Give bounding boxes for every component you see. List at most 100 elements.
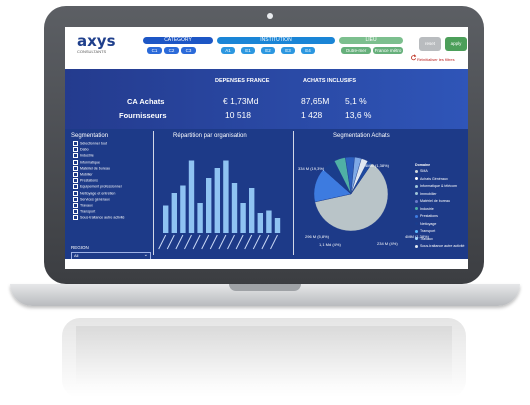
pie-legend-item[interactable]: Prestations <box>415 214 438 218</box>
pie-label: 4MM (1,38%) <box>365 163 390 168</box>
undo-icon[interactable] <box>410 54 417 61</box>
segmentation-item-label: Informatique <box>80 160 100 165</box>
segmentation-item[interactable]: Informatique <box>73 159 100 165</box>
chip-outre-mer[interactable]: Outre-mer <box>341 47 371 54</box>
chip-c1[interactable]: C1 <box>147 47 162 54</box>
checkbox[interactable] <box>73 141 78 146</box>
category-tick-label <box>192 234 201 250</box>
segmentation-item[interactable]: Equipement professionnel <box>73 184 122 190</box>
chip-e3[interactable]: E3 <box>281 47 295 54</box>
chip-e1[interactable]: E1 <box>241 47 255 54</box>
legend-swatch <box>415 237 418 241</box>
chip-c2[interactable]: C2 <box>164 47 179 54</box>
checkbox[interactable] <box>73 209 78 215</box>
bar[interactable] <box>206 178 212 233</box>
chip-e4[interactable]: E4 <box>301 47 315 54</box>
segmentation-item[interactable]: Sous-traitance autre activité <box>73 215 125 221</box>
camera-dot <box>267 13 273 19</box>
legend-swatch <box>415 214 418 218</box>
kpi-header-achats: ACHATS INCLUSIFS <box>303 78 357 84</box>
segmentation-item[interactable]: Transport <box>73 209 96 215</box>
checkbox[interactable] <box>73 190 78 196</box>
bar[interactable] <box>240 203 246 233</box>
checkbox[interactable] <box>73 153 78 159</box>
checkbox[interactable] <box>73 196 78 202</box>
pie-legend-item[interactable]: Informatique & télécom <box>415 184 457 188</box>
bar[interactable] <box>180 185 186 234</box>
segmentation-item[interactable]: Industrie <box>73 153 94 159</box>
dashboard-screen: axys CONSULTANTS CATEGORY C1 C2 C3 INSTI… <box>65 27 468 269</box>
checkbox[interactable] <box>73 159 78 165</box>
filter-title-category: CATEGORY <box>143 37 213 44</box>
checkbox[interactable] <box>73 165 78 171</box>
region-select-value: All <box>74 253 79 258</box>
bar[interactable] <box>214 168 220 233</box>
chip-c3[interactable]: C3 <box>181 47 196 54</box>
segmentation-item[interactable]: Travaux <box>73 203 93 208</box>
segmentation-item[interactable]: Prestations <box>73 178 98 184</box>
bar[interactable] <box>223 160 229 234</box>
segmentation-item-label: Equipement professionnel <box>80 184 122 189</box>
category-tick-label <box>244 234 253 250</box>
category-tick-label <box>235 234 244 250</box>
segmentation-item[interactable]: Mobilier <box>73 172 93 177</box>
pie-legend-item[interactable]: SMA <box>415 169 428 173</box>
pie-legend-item[interactable]: Sous-traitance autre activité <box>415 244 465 248</box>
category-tick-label <box>218 234 227 250</box>
bar[interactable] <box>249 188 255 233</box>
segmentation-item[interactable]: Sélectionner tout <box>73 141 107 146</box>
pie-legend-label: Transport <box>420 229 436 233</box>
pie-legend-item[interactable]: Matériel de bureau <box>415 199 450 203</box>
bar[interactable] <box>188 160 195 234</box>
bar[interactable] <box>231 183 238 233</box>
bar[interactable] <box>266 210 272 234</box>
chip-france-metro[interactable]: France métro <box>373 47 403 54</box>
bar[interactable] <box>163 205 169 234</box>
bar[interactable] <box>274 218 281 233</box>
segmentation-item-label: Services généraux <box>80 197 110 202</box>
bar-chart <box>158 160 281 250</box>
bar[interactable] <box>171 193 177 233</box>
chip-e2[interactable]: E2 <box>261 47 275 54</box>
bar-chart-title: Répartition par organisation <box>173 133 247 139</box>
pie-legend-item[interactable]: Transport <box>415 229 435 233</box>
reflection <box>62 318 466 398</box>
segmentation-item-label: Transport <box>80 209 96 214</box>
segmentation-item[interactable]: Dabo <box>73 147 89 153</box>
pie-legend-item[interactable]: Achats Généraux <box>415 177 448 181</box>
pie-label: 1,1 Md (4%) <box>319 242 341 247</box>
kpi-label-fournisseurs: Fournisseurs <box>119 111 167 120</box>
checkbox[interactable] <box>73 172 78 177</box>
bar[interactable] <box>257 213 263 233</box>
category-tick-label <box>270 234 278 250</box>
category-tick-label <box>201 234 210 250</box>
filter-title-institution: INSTITUTION <box>217 37 335 44</box>
kpi-value-fournisseurs-achats: 1 428 <box>301 110 323 120</box>
pie-legend-item[interactable]: Industrie <box>415 207 434 211</box>
pie-legend-item[interactable]: Immobilier <box>415 192 437 196</box>
reset-button[interactable]: reset <box>419 37 441 51</box>
segmentation-item-label: Prestations <box>80 178 98 183</box>
reset-filters-link[interactable]: Réinitialiser les filtres <box>417 57 455 62</box>
pie-legend-label: Industrie <box>420 206 434 211</box>
pie-legend-label: Travaux <box>420 236 433 241</box>
bar[interactable] <box>197 203 203 233</box>
pie-legend-item[interactable]: Travaux <box>415 237 433 241</box>
kpi-label-ca: CA Achats <box>127 97 165 106</box>
pie-label: 334 M (19,3%) <box>298 166 325 171</box>
checkbox[interactable] <box>73 215 78 221</box>
segmentation-item[interactable]: Nettoyage et entretien <box>73 190 115 196</box>
checkbox[interactable] <box>73 147 78 153</box>
chip-a1[interactable]: A1 <box>221 47 235 54</box>
apply-button[interactable]: apply <box>445 37 467 51</box>
checkbox[interactable] <box>73 184 78 190</box>
category-tick-label <box>227 234 235 250</box>
legend-swatch <box>415 184 418 188</box>
pie-legend-item[interactable]: Nettoyage <box>415 222 436 226</box>
segmentation-item[interactable]: Services généraux <box>73 196 110 202</box>
legend-swatch <box>415 199 418 203</box>
checkbox[interactable] <box>73 203 78 208</box>
segmentation-item[interactable]: Matériel de bureau <box>73 165 110 171</box>
legend-swatch <box>415 244 418 248</box>
checkbox[interactable] <box>73 178 78 184</box>
